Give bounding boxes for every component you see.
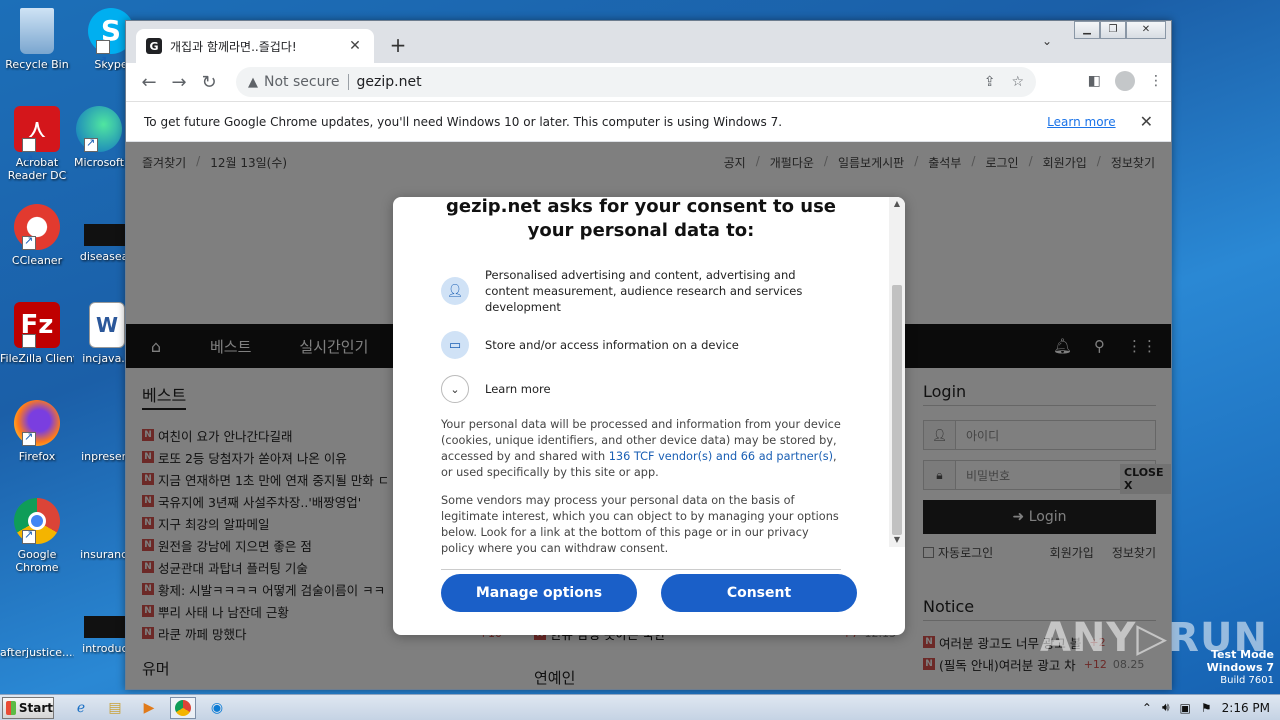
profile-avatar-icon[interactable] xyxy=(1115,71,1135,91)
tab-strip: G 개집과 함께라면..즐겁다! ✕ + ⌄ ▁ ❐ ✕ xyxy=(126,21,1171,63)
side-panel-icon[interactable]: ◧ xyxy=(1088,73,1101,89)
security-label[interactable]: Not secure xyxy=(264,74,340,90)
infobar-message: To get future Google Chrome updates, you… xyxy=(144,114,783,129)
divider xyxy=(441,569,841,570)
system-tray: ⌃ 🔊︎ ▣ ⚑ 2:16 PM xyxy=(1142,700,1280,715)
divider xyxy=(347,74,349,90)
close-tab-icon[interactable]: ✕ xyxy=(346,38,364,54)
close-window-button[interactable]: ✕ xyxy=(1126,21,1166,39)
network-icon[interactable]: ▣ xyxy=(1180,701,1191,715)
new-tab-button[interactable]: + xyxy=(386,33,410,57)
chrome-taskbar-icon[interactable] xyxy=(170,696,196,719)
manage-options-button[interactable]: Manage options xyxy=(441,574,637,612)
firefox-icon[interactable]: Firefox xyxy=(0,400,74,463)
google-chrome-icon[interactable]: Google Chrome xyxy=(0,498,74,574)
edge-taskbar-icon[interactable]: ◉ xyxy=(204,697,230,719)
purpose-store-access: ▭ Store and/or access information on a d… xyxy=(441,331,841,359)
tray-expand-icon[interactable]: ⌃ xyxy=(1142,701,1152,715)
ccleaner-icon[interactable]: CCleaner xyxy=(0,204,74,267)
consent-dialog: gezip.net asks for your consent to use y… xyxy=(393,197,905,635)
device-icon: ▭ xyxy=(441,331,469,359)
site-favicon-icon: G xyxy=(146,38,162,54)
file-explorer-icon[interactable]: ▤ xyxy=(102,697,128,719)
tab-title: 개집과 함께라면..즐겁다! xyxy=(170,39,297,54)
dialog-scrollbar[interactable]: ▲ ▼ xyxy=(889,197,905,547)
media-player-icon[interactable]: ▶ xyxy=(136,697,162,719)
learn-more-link[interactable]: Learn more xyxy=(1047,115,1115,129)
web-page: 즐겨찾기/ 12월 13일(수) 공지/ 개펄다운/ 일름보게시판/ 출석부/ … xyxy=(126,142,1171,689)
afterjustice-file-icon[interactable]: afterjustice.... xyxy=(0,596,74,659)
internet-explorer-icon[interactable]: ℯ xyxy=(68,697,94,719)
reload-icon[interactable]: ↻ xyxy=(194,72,224,93)
filezilla-icon[interactable]: Fz FileZilla Client xyxy=(0,302,74,378)
windows-logo-icon xyxy=(6,700,16,715)
consent-body-1: Your personal data will be processed and… xyxy=(441,418,841,479)
scroll-up-arrow-icon[interactable]: ▲ xyxy=(889,197,905,211)
minimize-button[interactable]: ▁ xyxy=(1074,21,1100,39)
update-infobar: To get future Google Chrome updates, you… xyxy=(126,101,1171,141)
scroll-down-arrow-icon[interactable]: ▼ xyxy=(889,533,905,547)
toolbar: ← → ↻ ▲ Not secure gezip.net ⇪ ☆ ◧ ⋮ xyxy=(126,63,1171,101)
start-button[interactable]: Start xyxy=(2,696,54,719)
chevron-down-icon[interactable]: ⌄ xyxy=(441,375,469,403)
kebab-menu-icon[interactable]: ⋮ xyxy=(1149,73,1163,89)
tab-active[interactable]: G 개집과 함께라면..즐겁다! ✕ xyxy=(136,29,374,63)
back-arrow-icon[interactable]: ← xyxy=(134,72,164,93)
learn-more-toggle[interactable]: ⌄ Learn more xyxy=(441,375,841,403)
recycle-bin-icon[interactable]: Recycle Bin xyxy=(0,8,74,71)
warning-icon[interactable]: ▲ xyxy=(248,75,258,90)
consent-scroll-area[interactable]: gezip.net asks for your consent to use y… xyxy=(393,197,889,635)
consent-title: gezip.net asks for your consent to use y… xyxy=(446,197,836,241)
clock[interactable]: 2:16 PM xyxy=(1222,701,1270,715)
scrollbar-thumb[interactable] xyxy=(892,285,902,535)
consent-button[interactable]: Consent xyxy=(661,574,857,612)
share-icon[interactable]: ⇪ xyxy=(984,74,996,90)
maximize-button[interactable]: ❐ xyxy=(1100,21,1126,39)
chrome-window: G 개집과 함께라면..즐겁다! ✕ + ⌄ ▁ ❐ ✕ ← → ↻ ▲ Not… xyxy=(125,20,1172,690)
url-text[interactable]: gezip.net xyxy=(357,74,968,90)
purpose-personalised-ads: 👤︎ Personalised advertising and content,… xyxy=(441,267,841,315)
flag-icon[interactable]: ⚑ xyxy=(1201,701,1212,715)
close-infobar-icon[interactable]: ✕ xyxy=(1140,112,1153,131)
forward-arrow-icon[interactable]: → xyxy=(164,72,194,93)
taskbar: Start ℯ ▤ ▶ ◉ ⌃ 🔊︎ ▣ ⚑ 2:16 PM xyxy=(0,694,1280,720)
volume-icon[interactable]: 🔊︎ xyxy=(1162,700,1170,715)
address-bar[interactable]: ▲ Not secure gezip.net ⇪ ☆ xyxy=(236,67,1036,97)
bookmark-star-icon[interactable]: ☆ xyxy=(1011,74,1024,90)
test-mode-label: Test Mode Windows 7 Build 7601 xyxy=(1206,648,1274,686)
tab-search-chevron-icon[interactable]: ⌄ xyxy=(1042,34,1052,48)
consent-body-2: Some vendors may process your personal d… xyxy=(441,494,839,555)
vendors-link[interactable]: 136 TCF vendor(s) and 66 ad partner(s) xyxy=(609,450,833,463)
person-icon: 👤︎ xyxy=(441,277,469,305)
